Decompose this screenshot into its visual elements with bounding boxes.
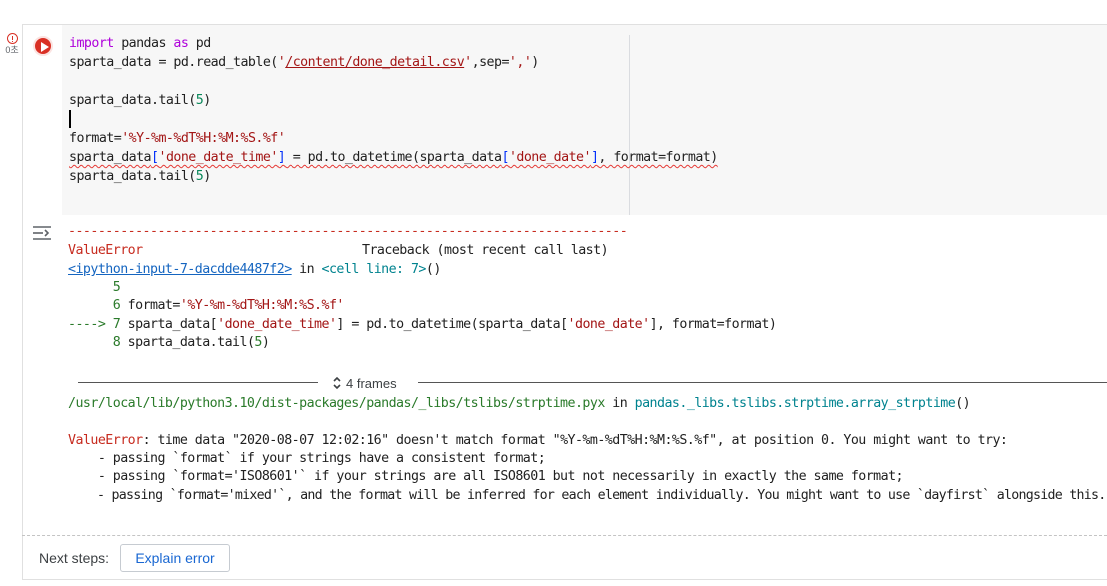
code-line-3: sparta_data.tail(5) (69, 93, 211, 108)
frames-label: 4 frames (346, 375, 397, 391)
output-options-icon[interactable] (31, 223, 53, 243)
error-message: ValueError: time data "2020-08-07 12:02:… (68, 433, 1008, 448)
traceback-line-5: 5 (68, 280, 121, 295)
traceback-line-7: ----> 7 sparta_data['done_date_time'] = … (68, 317, 777, 332)
traceback-location: <ipython-input-7-dacdde4487f2> in <cell … (68, 262, 441, 277)
error-hint-1: - passing `format` if your strings have … (68, 451, 546, 466)
expand-frames-toggle[interactable]: 4 frames (332, 374, 397, 392)
expand-collapse-icon (333, 376, 341, 390)
text-cursor (69, 110, 71, 128)
code-line-2: sparta_data = pd.read_table('/content/do… (69, 55, 539, 70)
frames-divider-right (418, 382, 1107, 383)
traceback-line-6: 6 format='%Y-%m-%dT%H:%M:%S.%f' (68, 298, 345, 313)
frames-divider-left (78, 382, 318, 383)
editor-ruler (629, 35, 630, 215)
execution-status: 0초 (3, 33, 21, 55)
ipython-input-link[interactable]: <ipython-input-7-dacdde4487f2> (68, 262, 292, 277)
error-status-icon (6, 33, 18, 44)
code-line-1: import pandas as pd (69, 36, 211, 51)
traceback-header: ValueError (68, 243, 143, 258)
next-steps-divider (22, 535, 1107, 536)
next-steps-label: Next steps: (39, 550, 110, 566)
run-cell-button[interactable] (33, 36, 53, 56)
traceback-separator: ----------------------------------------… (68, 224, 628, 239)
traceback-line-8: 8 sparta_data.tail(5) (68, 335, 270, 350)
error-hint-2: - passing `format='ISO8601'` if your str… (68, 469, 904, 484)
strptime-location: /usr/local/lib/python3.10/dist-packages/… (68, 396, 971, 411)
execution-time: 0초 (5, 45, 19, 55)
code-line-6: sparta_data.tail(5) (69, 169, 211, 184)
code-line-4: format='%Y-%m-%dT%H:%M:%S.%f' (69, 131, 286, 146)
file-path-link[interactable]: /content/done_detail.csv (285, 55, 464, 70)
traceback-header-right: Traceback (most recent call last) (362, 243, 609, 258)
error-hint-3: - passing `format='mixed'`, and the form… (68, 488, 1106, 503)
strptime-path: /usr/local/lib/python3.10/dist-packages/… (68, 396, 605, 411)
code-line-5: sparta_data['done_date_time'] = pd.to_da… (69, 150, 718, 165)
explain-error-button[interactable]: Explain error (120, 544, 230, 572)
